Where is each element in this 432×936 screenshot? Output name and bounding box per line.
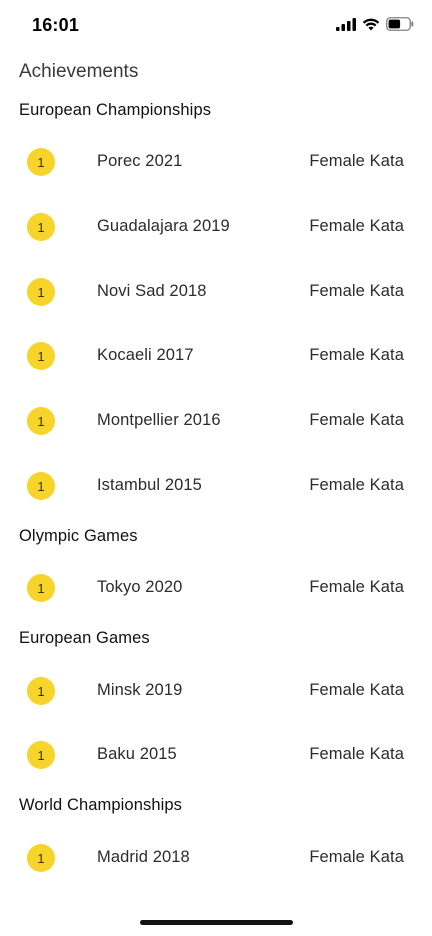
category-label: Female Kata [309, 578, 404, 596]
home-indicator[interactable] [140, 920, 293, 925]
gold-medal-badge: 1 [27, 342, 55, 370]
gold-medal-badge: 1 [27, 741, 55, 769]
event-name: Baku 2015 [97, 745, 177, 763]
list-item[interactable]: 1 Porec 2021 Female Kata [0, 142, 432, 182]
section-title-world-championships: World Championships [19, 796, 183, 814]
status-time: 16:01 [32, 15, 80, 35]
event-name: Guadalajara 2019 [97, 217, 230, 235]
event-name: Montpellier 2016 [97, 411, 221, 429]
list-item[interactable]: 1 Baku 2015 Female Kata [0, 735, 432, 775]
gold-medal-badge: 1 [27, 148, 55, 176]
event-name: Porec 2021 [97, 152, 183, 170]
list-item[interactable]: 1 Kocaeli 2017 Female Kata [0, 336, 432, 376]
category-label: Female Kata [309, 152, 404, 170]
wifi-icon [362, 18, 380, 36]
gold-medal-badge: 1 [27, 574, 55, 602]
section-title-olympic-games: Olympic Games [19, 527, 138, 545]
section-title-european-championships: European Championships [19, 101, 212, 119]
gold-medal-badge: 1 [27, 472, 55, 500]
event-name: Istambul 2015 [97, 476, 202, 494]
list-item[interactable]: 1 Guadalajara 2019 Female Kata [0, 207, 432, 247]
battery-icon [386, 17, 414, 36]
list-item[interactable]: 1 Tokyo 2020 Female Kata [0, 568, 432, 608]
list-item[interactable]: 1 Novi Sad 2018 Female Kata [0, 272, 432, 312]
list-item[interactable]: 1 Madrid 2018 Female Kata [0, 838, 432, 878]
event-name: Kocaeli 2017 [97, 346, 194, 364]
event-name: Novi Sad 2018 [97, 282, 207, 300]
category-label: Female Kata [309, 848, 404, 866]
list-item[interactable]: 1 Montpellier 2016 Female Kata [0, 401, 432, 441]
category-label: Female Kata [309, 476, 404, 494]
category-label: Female Kata [309, 681, 404, 699]
gold-medal-badge: 1 [27, 844, 55, 872]
event-name: Tokyo 2020 [97, 578, 183, 596]
category-label: Female Kata [309, 745, 404, 763]
gold-medal-badge: 1 [27, 677, 55, 705]
section-title-european-games: European Games [19, 629, 150, 647]
event-name: Minsk 2019 [97, 681, 183, 699]
cellular-signal-icon [336, 17, 356, 36]
event-name: Madrid 2018 [97, 848, 190, 866]
list-item[interactable]: 1 Istambul 2015 Female Kata [0, 466, 432, 506]
category-label: Female Kata [309, 282, 404, 300]
list-item[interactable]: 1 Minsk 2019 Female Kata [0, 671, 432, 711]
gold-medal-badge: 1 [27, 407, 55, 435]
gold-medal-badge: 1 [27, 213, 55, 241]
status-bar: 16:01 [0, 0, 432, 52]
gold-medal-badge: 1 [27, 278, 55, 306]
status-icons [336, 17, 414, 36]
page-title: Achievements [19, 61, 139, 82]
category-label: Female Kata [309, 411, 404, 429]
category-label: Female Kata [309, 217, 404, 235]
category-label: Female Kata [309, 346, 404, 364]
